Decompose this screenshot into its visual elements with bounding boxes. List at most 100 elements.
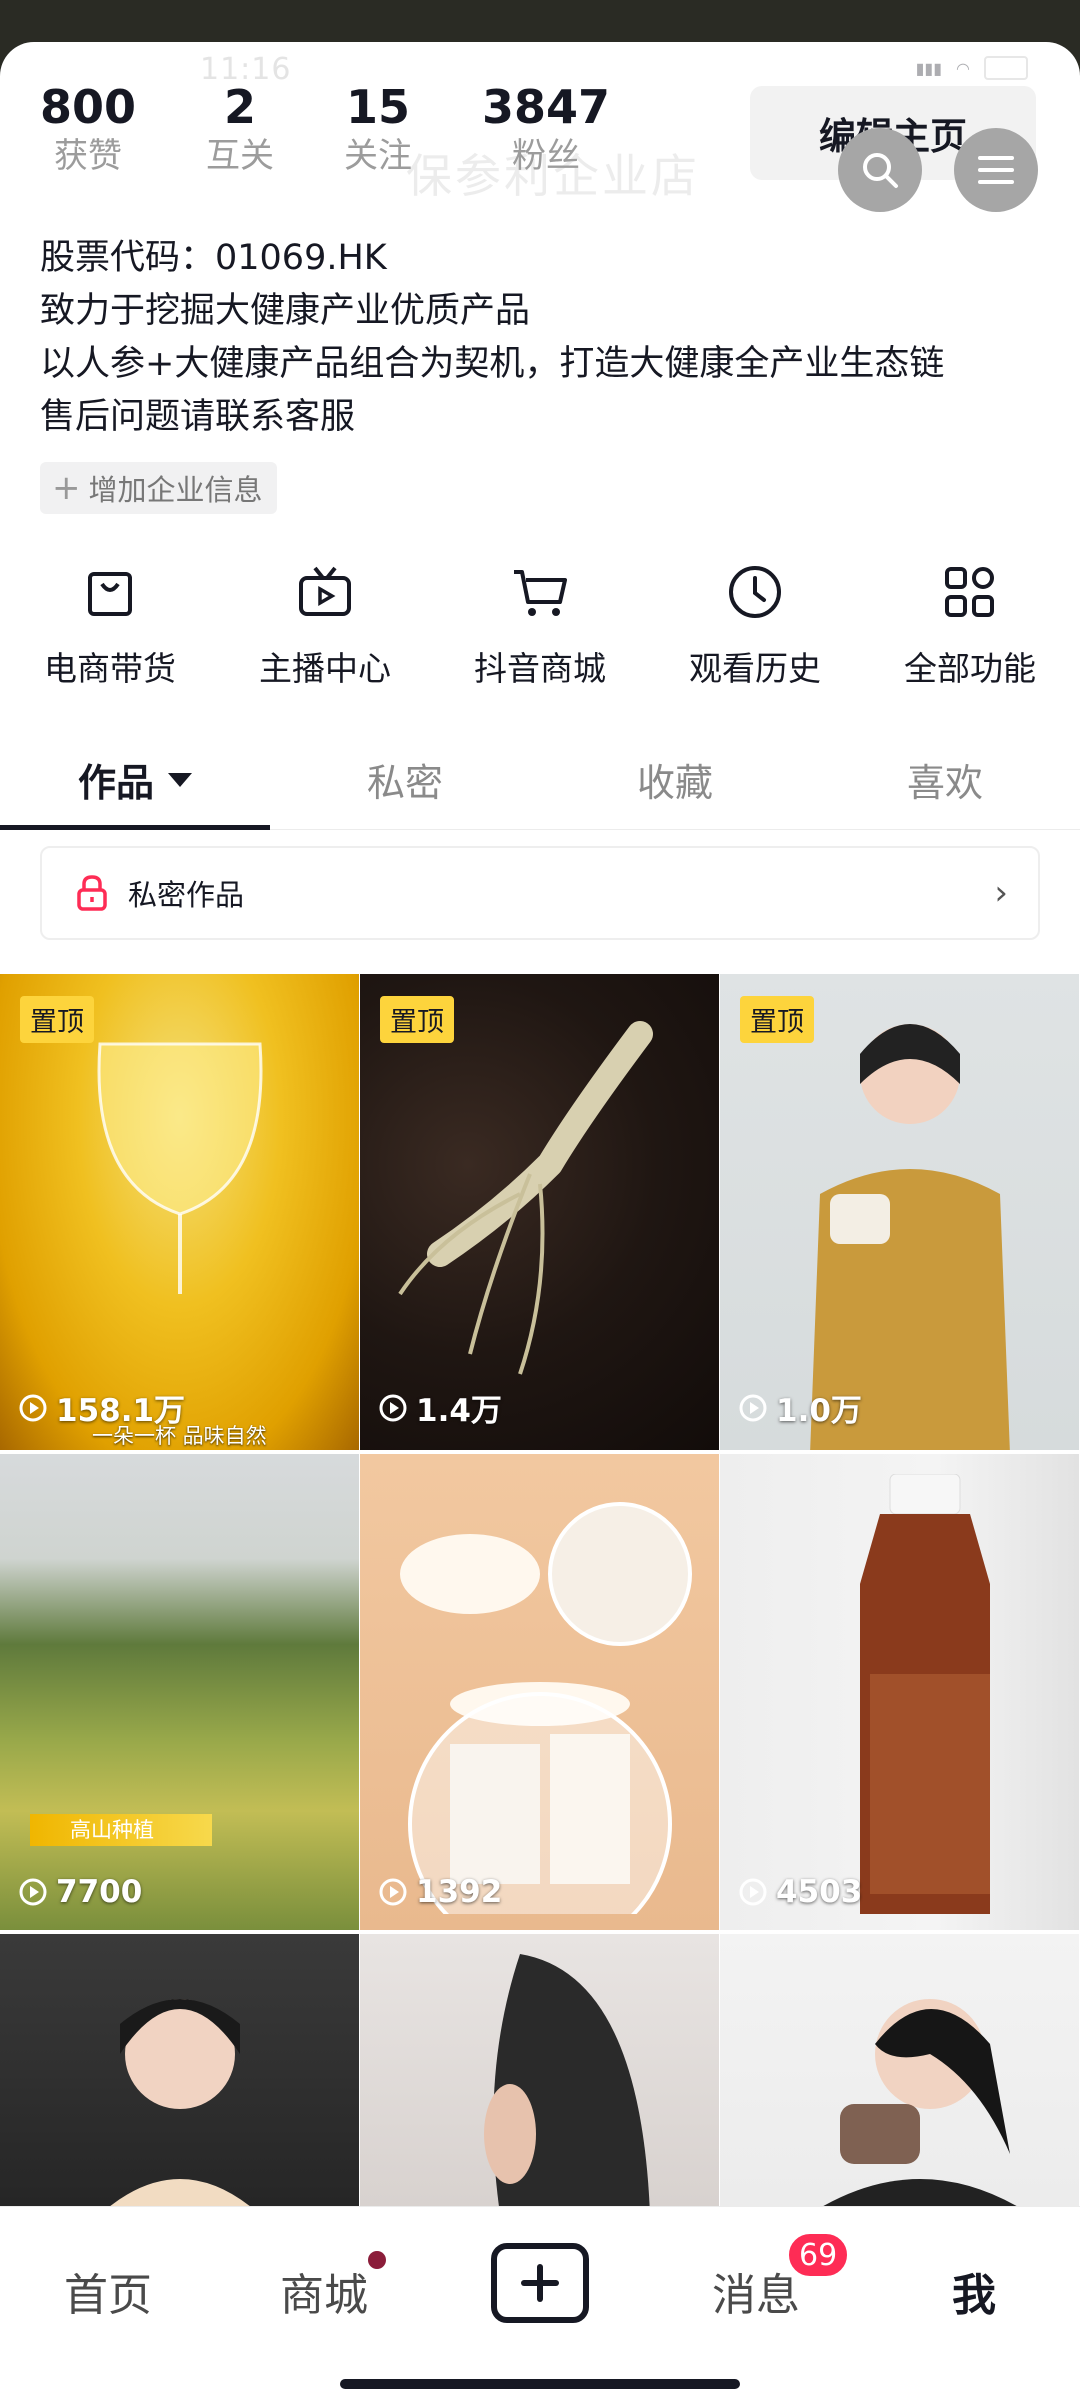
location-chip: 高山种植 xyxy=(30,1814,212,1846)
tool-ecommerce[interactable]: 电商带货 xyxy=(22,560,198,690)
tool-watch-history[interactable]: 观看历史 xyxy=(667,560,843,690)
stat-likes[interactable]: 800 获赞 xyxy=(40,80,136,178)
wifi-icon: ◠ xyxy=(956,58,970,78)
pinned-badge: 置顶 xyxy=(380,996,454,1043)
signal-icon: ▮▮▮ xyxy=(915,58,943,78)
view-count: 1.4万 xyxy=(378,1385,502,1430)
caret-down-icon xyxy=(168,772,192,787)
view-count: 158.1万 xyxy=(18,1385,185,1430)
tab-label: 私密 xyxy=(366,761,443,805)
play-icon xyxy=(379,1878,407,1906)
view-count-text: 1.4万 xyxy=(416,1393,502,1429)
video-thumbnail[interactable] xyxy=(360,1934,719,2206)
tool-label: 观看历史 xyxy=(689,649,821,688)
play-icon xyxy=(739,1394,767,1421)
video-thumbnail[interactable]: 置顶 1.0万 xyxy=(720,974,1079,1450)
tab-label: 作品 xyxy=(77,761,154,805)
view-count: 7700 xyxy=(18,1874,142,1910)
play-icon xyxy=(739,1878,767,1906)
stat-label: 获赞 xyxy=(54,136,123,176)
nav-home[interactable]: 首页 xyxy=(64,2259,152,2323)
profile-stats: 800 获赞 2 互关 15 关注 3847 粉丝 xyxy=(40,80,680,178)
bio-line: 以人参+大健康产品组合为契机，打造大健康全产业生态链 xyxy=(40,344,945,384)
video-thumbnail[interactable]: 1392 xyxy=(360,1454,719,1930)
home-indicator xyxy=(340,2379,740,2389)
play-icon xyxy=(19,1394,47,1421)
tool-anchor-center[interactable]: 主播中心 xyxy=(237,560,413,690)
lock-icon xyxy=(77,875,107,911)
stat-mutual[interactable]: 2 互关 xyxy=(206,80,274,178)
bottom-nav: 首页 商城 消息 69 我 xyxy=(0,2206,1080,2400)
tab-favorites[interactable]: 收藏 xyxy=(540,730,810,829)
ginseng-icon xyxy=(398,1021,653,1375)
play-icon xyxy=(19,1878,47,1906)
view-count-text: 1392 xyxy=(416,1874,503,1910)
pinned-badge: 置顶 xyxy=(740,996,814,1043)
tab-private[interactable]: 私密 xyxy=(270,730,540,829)
person-icon xyxy=(110,1999,250,2206)
stat-number: 15 xyxy=(346,80,411,134)
tab-label: 收藏 xyxy=(636,761,713,805)
video-thumbnail[interactable] xyxy=(0,1934,359,2206)
video-grid: 置顶 一朵一杯 品味自然 158.1万 置顶 1.4万 置顶 1.0万 高山种植… xyxy=(0,974,1080,2206)
menu-button[interactable] xyxy=(954,128,1038,212)
plus-icon xyxy=(521,2264,559,2302)
nav-messages[interactable]: 消息 xyxy=(712,2259,800,2323)
menu-icon xyxy=(978,156,1014,184)
tool-label: 主播中心 xyxy=(259,649,391,688)
glass-icon xyxy=(97,1042,263,1294)
person-icon xyxy=(810,1024,1010,1450)
tool-label: 全部功能 xyxy=(904,649,1036,688)
person-icon xyxy=(484,1954,650,2206)
stat-following[interactable]: 15 关注 xyxy=(344,80,412,178)
plus-icon: + xyxy=(52,468,81,508)
clock-icon xyxy=(723,560,787,624)
video-thumbnail[interactable]: 置顶 一朵一杯 品味自然 158.1万 xyxy=(0,974,359,1450)
status-icons: ▮▮▮ ◠ xyxy=(916,56,1028,80)
view-count-text: 4503 xyxy=(776,1874,863,1910)
tool-label: 抖音商城 xyxy=(474,649,606,688)
play-icon xyxy=(379,1394,407,1421)
messages-badge: 69 xyxy=(786,2231,851,2279)
video-thumbnail[interactable]: 置顶 1.4万 xyxy=(360,974,719,1450)
bio-line: 股票代码：01069.HK xyxy=(40,238,387,278)
chevron-right-icon: › xyxy=(994,873,1008,913)
view-count: 1.0万 xyxy=(738,1385,862,1430)
video-thumbnail[interactable] xyxy=(720,1934,1079,2206)
private-works-label: 私密作品 xyxy=(128,878,245,912)
bottle-icon xyxy=(860,1474,990,1914)
content-tabs: 作品 私密 收藏 喜欢 xyxy=(0,730,1080,830)
battery-icon xyxy=(984,56,1028,80)
stat-label: 互关 xyxy=(206,136,275,176)
view-count-text: 1.0万 xyxy=(776,1393,862,1429)
bio-line: 售后问题请联系客服 xyxy=(40,397,356,437)
private-works-row[interactable]: 私密作品 › xyxy=(40,846,1040,940)
bio-line: 致力于挖掘大健康产业优质产品 xyxy=(40,291,531,331)
shopping-bag-icon xyxy=(78,560,142,624)
tool-all-functions[interactable]: 全部功能 xyxy=(882,560,1058,690)
tool-douyin-mall[interactable]: 抖音商城 xyxy=(452,560,628,690)
tab-label: 喜欢 xyxy=(906,761,983,805)
nav-mall[interactable]: 商城 xyxy=(280,2259,368,2323)
profile-bio: 股票代码：01069.HK 致力于挖掘大健康产业优质产品 以人参+大健康产品组合… xyxy=(40,232,944,444)
stat-number: 800 xyxy=(40,80,137,134)
create-button[interactable] xyxy=(491,2243,589,2323)
grid-icon xyxy=(938,560,1002,624)
tab-works[interactable]: 作品 xyxy=(0,730,270,830)
stat-number: 3847 xyxy=(482,80,611,134)
search-icon xyxy=(863,153,898,188)
view-count: 1392 xyxy=(378,1874,502,1910)
video-thumbnail[interactable]: 高山种植 7700 xyxy=(0,1454,359,1930)
nav-me[interactable]: 我 xyxy=(952,2259,996,2323)
view-count-text: 158.1万 xyxy=(56,1393,186,1429)
search-button[interactable] xyxy=(838,128,922,212)
product-box-icon xyxy=(400,1502,692,1914)
stat-followers[interactable]: 3847 粉丝 xyxy=(482,80,610,178)
tab-likes[interactable]: 喜欢 xyxy=(810,730,1080,829)
stat-label: 关注 xyxy=(344,136,413,176)
tools-row: 电商带货 主播中心 抖音商城 观看历史 全部功能 xyxy=(0,560,1080,690)
stat-label: 粉丝 xyxy=(512,136,581,176)
add-company-info-button[interactable]: + 增加企业信息 xyxy=(40,462,277,514)
video-thumbnail[interactable]: 4503 xyxy=(720,1454,1079,1930)
view-count-text: 7700 xyxy=(56,1874,143,1910)
